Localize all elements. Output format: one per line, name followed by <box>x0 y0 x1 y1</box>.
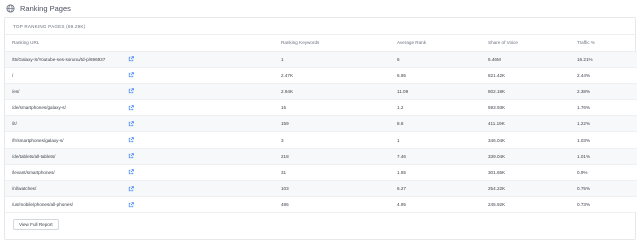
external-link-icon[interactable] <box>128 202 134 208</box>
page-url[interactable]: /es/ <box>12 89 19 94</box>
traffic-cell: 1.22% <box>570 115 637 133</box>
average-rank-cell: 4.95 <box>390 196 481 214</box>
ranking-keywords-cell: 2.47K <box>274 67 390 84</box>
table-row: /fr/smartphones/galaxy-s/3 1 346.04K 1.03% <box>5 131 637 149</box>
table-row: /de/smartphones/galaxy-s/15 1.2 593.93K 1.7… <box>5 99 637 117</box>
average-rank-cell: 11.09 <box>390 83 481 101</box>
url-cell: /levant/smartphones/ <box>5 164 274 182</box>
table-row: /de/tablets/all-tablets/218 7.46 339.04K 1.… <box>5 148 637 165</box>
traffic-cell: 2.38% <box>570 83 637 101</box>
table-row: /it/159 8.8 411.19K 1.22% <box>5 115 637 133</box>
share-of-voice-cell: 245.92K <box>481 196 570 214</box>
traffic-cell: 16.21% <box>570 51 637 68</box>
table-row: / 2.47K 6.95 821.42K 2.44% <box>5 67 637 84</box>
average-rank-cell: 7.46 <box>390 148 481 165</box>
column-header-share-of-voice[interactable]: Share of Voice <box>481 35 570 52</box>
traffic-cell: 0.75% <box>570 180 637 198</box>
traffic-cell: 2.44% <box>570 67 637 84</box>
share-of-voice-cell: 593.93K <box>481 99 570 117</box>
table-body: /t5/Galaxy-S/Youtube-ses-sorunu/td-p/696… <box>5 51 637 214</box>
url-cell: /de/smartphones/galaxy-s/ <box>5 99 274 117</box>
external-link-icon[interactable] <box>128 137 134 143</box>
ranking-keywords-cell: 2.94K <box>274 83 390 101</box>
ranking-keywords-cell: 486 <box>274 196 390 214</box>
share-of-voice-cell: 802.18K <box>481 83 570 101</box>
page-url[interactable]: /de/smartphones/galaxy-s/ <box>12 105 66 110</box>
external-link-icon[interactable] <box>128 153 134 159</box>
external-link-icon[interactable] <box>128 56 134 62</box>
url-cell: /us/mobile/phones/all-phones/ <box>5 196 274 214</box>
traffic-cell: 1.01% <box>570 148 637 165</box>
external-link-icon[interactable] <box>128 104 134 111</box>
page-url[interactable]: /fr/smartphones/galaxy-s/ <box>12 138 64 143</box>
globe-icon <box>6 3 15 13</box>
average-rank-cell: 6.27 <box>390 180 481 198</box>
table-header-row: Ranking URL Ranking Keywords Average Ran… <box>5 35 637 52</box>
url-cell: /t5/Galaxy-S/Youtube-ses-sorunu/td-p/696… <box>5 51 274 68</box>
url-cell: /fr/smartphones/galaxy-s/ <box>5 131 274 149</box>
table-row: /es/2.94K 11.09 802.18K 2.38% <box>5 83 637 101</box>
external-link-icon[interactable] <box>128 72 134 78</box>
view-full-report-button[interactable]: View Full Report <box>13 218 59 230</box>
average-rank-cell: 6 <box>390 51 481 68</box>
share-of-voice-cell: 821.42K <box>481 67 570 84</box>
share-of-voice-cell: 5.46M <box>481 51 570 68</box>
column-header-url[interactable]: Ranking URL <box>5 35 274 52</box>
page-url[interactable]: /us/mobile/phones/all-phones/ <box>12 202 73 207</box>
share-of-voice-cell: 411.19K <box>481 115 570 133</box>
average-rank-cell: 6.95 <box>390 67 481 84</box>
page-url[interactable]: /de/tablets/all-tablets/ <box>12 154 55 159</box>
ranking-keywords-cell: 1 <box>274 51 390 68</box>
page-url[interactable]: / <box>12 73 13 78</box>
url-cell: /es/ <box>5 83 274 101</box>
table-row: /levant/smartphones/31 1.55 301.65K 0.9% <box>5 164 637 182</box>
external-link-icon[interactable] <box>128 185 134 192</box>
section-header: Ranking Pages <box>0 0 640 16</box>
url-cell: / <box>5 67 274 84</box>
external-link-icon[interactable] <box>128 169 134 175</box>
page-url[interactable]: /t5/Galaxy-S/Youtube-ses-sorunu/td-p/696… <box>12 57 105 62</box>
ranking-keywords-cell: 218 <box>274 148 390 165</box>
average-rank-cell: 8.8 <box>390 115 481 133</box>
column-header-traffic[interactable]: Traffic % <box>570 35 637 52</box>
ranking-keywords-cell: 103 <box>274 180 390 198</box>
average-rank-cell: 1 <box>390 131 481 149</box>
share-of-voice-cell: 301.65K <box>481 164 570 182</box>
share-of-voice-cell: 339.04K <box>481 148 570 165</box>
column-header-keywords[interactable]: Ranking Keywords <box>274 35 390 52</box>
table-row: /us/mobile/phones/all-phones/486 4.95 245.… <box>5 196 637 214</box>
panel-title: TOP RANKING PAGES (89.29K) <box>5 18 635 35</box>
ranking-pages-table: Ranking URL Ranking Keywords Average Ran… <box>5 35 637 214</box>
panel-footer: View Full Report <box>5 213 635 235</box>
ranking-keywords-cell: 15 <box>274 99 390 117</box>
ranking-pages-panel: TOP RANKING PAGES (89.29K) Ranking URL R… <box>4 17 637 240</box>
ranking-keywords-cell: 3 <box>274 131 390 149</box>
traffic-cell: 0.9% <box>570 164 637 182</box>
external-link-icon[interactable] <box>128 88 134 94</box>
ranking-keywords-cell: 159 <box>274 115 390 133</box>
column-header-average-rank[interactable]: Average Rank <box>390 35 481 52</box>
external-link-icon[interactable] <box>128 121 134 127</box>
url-cell: /nl/watches/ <box>5 180 274 198</box>
url-cell: /de/tablets/all-tablets/ <box>5 148 274 165</box>
page-url[interactable]: /nl/watches/ <box>12 186 36 191</box>
average-rank-cell: 1.2 <box>390 99 481 117</box>
table-row: /nl/watches/103 6.27 254.22K 0.75% <box>5 180 637 198</box>
traffic-cell: 0.73% <box>570 196 637 214</box>
table-row: /t5/Galaxy-S/Youtube-ses-sorunu/td-p/696… <box>5 51 637 68</box>
share-of-voice-cell: 346.04K <box>481 131 570 149</box>
section-title: Ranking Pages <box>20 3 71 13</box>
url-cell: /it/ <box>5 115 274 133</box>
page-url[interactable]: /levant/smartphones/ <box>12 170 55 175</box>
traffic-cell: 1.03% <box>570 131 637 149</box>
page-url[interactable]: /it/ <box>12 121 17 126</box>
share-of-voice-cell: 254.22K <box>481 180 570 198</box>
ranking-keywords-cell: 31 <box>274 164 390 182</box>
traffic-cell: 1.76% <box>570 99 637 117</box>
average-rank-cell: 1.55 <box>390 164 481 182</box>
